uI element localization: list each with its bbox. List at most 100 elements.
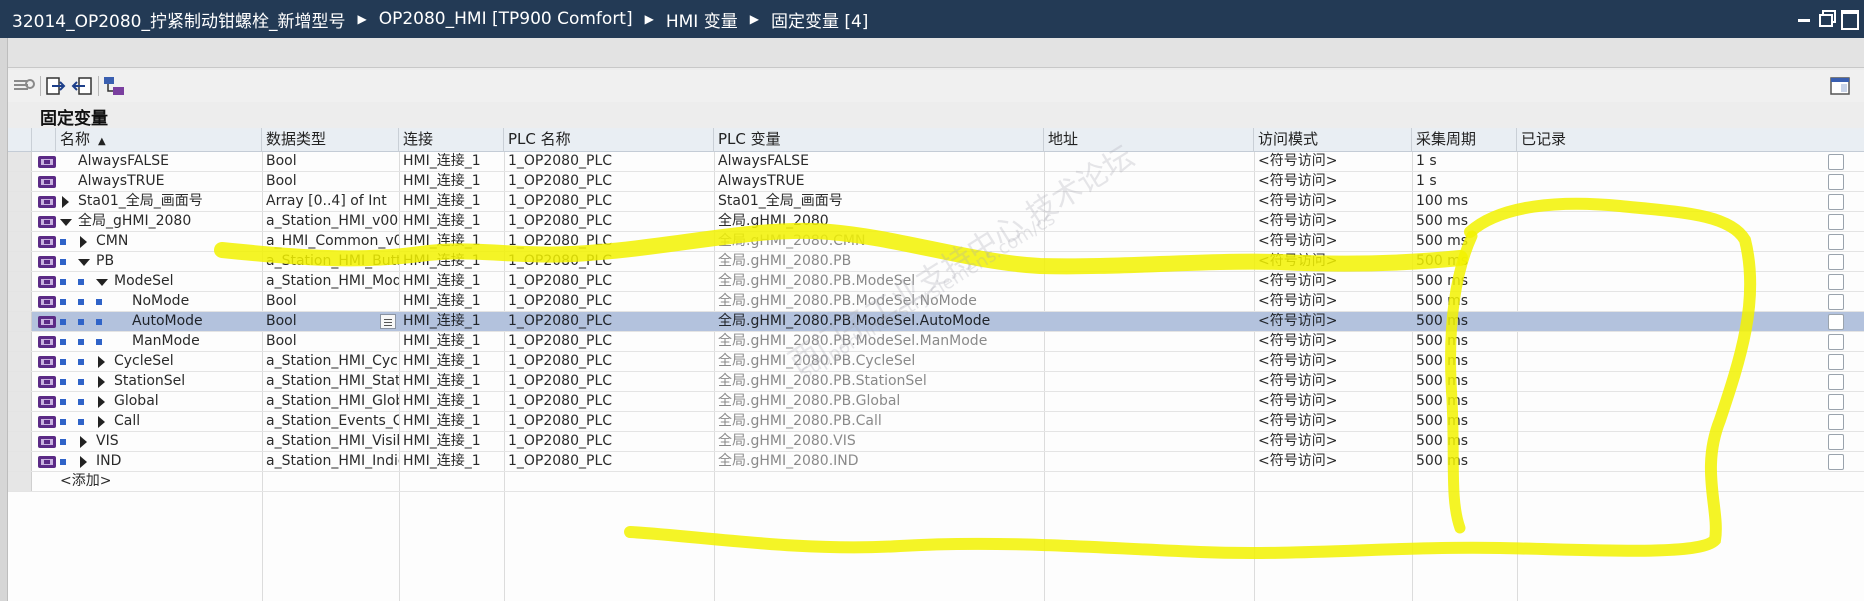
row-header[interactable] [8, 312, 32, 331]
table-row[interactable]: Globala_Station_HMI_Globa...HMI_连接_11_OP… [8, 392, 1864, 412]
row-header[interactable] [8, 432, 32, 451]
table-row[interactable]: Calla_Station_Events_Cal...HMI_连接_11_OP2… [8, 412, 1864, 432]
table-row[interactable]: ManMode Bool HMI_连接_1 1_OP2080_PLC 全局.gHMI_2… [8, 332, 1864, 352]
table-row[interactable]: PBa_Station_HMI_Butto...HMI_连接_11_OP2080… [8, 252, 1864, 272]
window-layout-icon[interactable] [1828, 75, 1852, 97]
column-header-plc-tag[interactable]: PLC 变量 [714, 128, 1044, 152]
logged-checkbox[interactable] [1828, 434, 1844, 450]
table-row[interactable]: CMNa_HMI_Common_v0...HMI_连接_11_OP2080_PL… [8, 232, 1864, 252]
column-header-connection[interactable]: 连接 [399, 128, 504, 152]
table-row[interactable]: 全局_gHMI_2080a_Station_HMI_v0001HMI_连接_11… [8, 212, 1864, 232]
table-row[interactable]: CycleSela_Station_HMI_Cycle...HMI_连接_11_… [8, 352, 1864, 372]
hierarchy-bullet [78, 399, 84, 405]
logged-checkbox[interactable] [1828, 294, 1844, 310]
breadcrumb-project[interactable]: 32014_OP2080_拧紧制动钳螺栓_新增型号 [12, 7, 345, 32]
hierarchy-bullet [60, 419, 66, 425]
table-row[interactable]: AlwaysTRUE Bool HMI_连接_1 1_OP2080_PLC Always… [8, 172, 1864, 192]
column-header-logged[interactable]: 已记录 [1517, 128, 1864, 152]
hierarchy-bullet [78, 279, 84, 285]
toolbar [8, 70, 1864, 102]
add-tag-cell[interactable]: <添加> [56, 472, 256, 495]
add-row[interactable]: <添加> [8, 472, 1864, 492]
hierarchy-bullet [78, 339, 84, 345]
maximize-icon[interactable] [1840, 9, 1859, 30]
breadcrumb-device[interactable]: OP2080_HMI [TP900 Comfort] [379, 9, 633, 29]
logged-checkbox[interactable] [1828, 234, 1844, 250]
table-row[interactable]: StationSela_Station_HMI_Statio...HMI_连接_… [8, 372, 1864, 392]
logged-checkbox[interactable] [1828, 254, 1844, 270]
expand-arrow-icon[interactable] [80, 236, 87, 248]
row-header[interactable] [8, 272, 32, 291]
row-header[interactable] [8, 352, 32, 371]
hmi-tag-icon [38, 296, 56, 308]
row-header[interactable] [8, 252, 32, 271]
table-row[interactable]: INDa_Station_HMI_Indic...HMI_连接_11_OP208… [8, 452, 1864, 472]
row-header[interactable] [8, 152, 32, 171]
table-row[interactable]: AlwaysFALSE Bool HMI_连接_1 1_OP2080_PLC Alway… [8, 152, 1864, 172]
import-icon[interactable] [70, 75, 94, 97]
row-header[interactable] [8, 332, 32, 351]
logged-checkbox[interactable] [1828, 214, 1844, 230]
row-header[interactable] [8, 192, 32, 211]
hmi-tag-icon [38, 356, 56, 368]
hmi-tag-icon [38, 256, 56, 268]
logged-checkbox[interactable] [1828, 414, 1844, 430]
title-bar: 32014_OP2080_拧紧制动钳螺栓_新增型号 ▶ OP2080_HMI [… [0, 0, 1864, 38]
logged-checkbox[interactable] [1828, 394, 1844, 410]
logged-checkbox[interactable] [1828, 374, 1844, 390]
hierarchy-bullet [78, 319, 84, 325]
breadcrumb-hmi-tags[interactable]: HMI 变量 [666, 7, 738, 32]
column-header-access-mode[interactable]: 访问模式 [1254, 128, 1412, 152]
table-row[interactable]: ModeSela_Station_HMI_Mode...HMI_连接_11_OP… [8, 272, 1864, 292]
expand-arrow-icon[interactable] [98, 416, 105, 428]
expand-arrow-icon[interactable] [80, 456, 87, 468]
collapse-arrow-icon[interactable] [60, 219, 72, 226]
logged-checkbox[interactable] [1828, 334, 1844, 350]
expand-arrow-icon[interactable] [98, 356, 105, 368]
table-row[interactable]: NoMode Bool HMI_连接_1 1_OP2080_PLC 全局.gHMI_20… [8, 292, 1864, 312]
row-header[interactable] [8, 452, 32, 471]
table-row[interactable]: VISa_Station_HMI_Visibil...HMI_连接_11_OP2… [8, 432, 1864, 452]
row-header[interactable] [8, 372, 32, 391]
row-header[interactable] [8, 232, 32, 251]
column-header-name[interactable]: 名称 ▲ [56, 128, 262, 152]
logged-checkbox[interactable] [1828, 174, 1844, 190]
type-picker-button[interactable] [380, 314, 396, 329]
collapse-arrow-icon[interactable] [96, 279, 108, 286]
logged-checkbox[interactable] [1828, 454, 1844, 470]
logged-checkbox[interactable] [1828, 194, 1844, 210]
logged-checkbox[interactable] [1828, 274, 1844, 290]
export-icon[interactable] [44, 75, 68, 97]
row-header[interactable] [8, 172, 32, 191]
expand-arrow-icon[interactable] [98, 396, 105, 408]
logged-checkbox[interactable] [1828, 354, 1844, 370]
column-header-plc-name[interactable]: PLC 名称 [504, 128, 714, 152]
row-header[interactable] [8, 392, 32, 411]
left-panel-edge [0, 38, 8, 601]
breadcrumb-arrow-icon: ▶ [644, 12, 654, 26]
row-header[interactable] [8, 472, 32, 491]
hierarchy-bullet [78, 359, 84, 365]
table-row[interactable]: Sta01_全局_画面号 Array [0..4] of Int HMI_连接_1 1… [8, 192, 1864, 212]
minimize-icon[interactable] [1796, 9, 1812, 25]
hierarchy-bullet [60, 379, 66, 385]
column-header-address[interactable]: 地址 [1044, 128, 1254, 152]
column-header-acquisition-cycle[interactable]: 采集周期 [1412, 128, 1517, 152]
expand-arrow-icon[interactable] [80, 436, 87, 448]
hmi-tag-icon [38, 336, 56, 348]
logged-checkbox[interactable] [1828, 154, 1844, 170]
properties-icon[interactable] [12, 75, 36, 97]
expand-arrow-icon[interactable] [98, 376, 105, 388]
hierarchy-bullet [60, 259, 66, 265]
hmi-tag-icon [38, 196, 56, 208]
expand-arrow-icon[interactable] [62, 196, 69, 208]
column-header-data-type[interactable]: 数据类型 [262, 128, 399, 152]
row-header[interactable] [8, 412, 32, 431]
tag-structure-icon[interactable] [102, 75, 126, 97]
row-header[interactable] [8, 212, 32, 231]
collapse-arrow-icon[interactable] [78, 259, 90, 266]
row-header[interactable] [8, 292, 32, 311]
restore-icon[interactable] [1818, 9, 1836, 27]
table-row[interactable]: AutoMode Bool HMI_连接_1 1_OP2080_PLC 全局.gHMI_… [8, 312, 1864, 332]
logged-checkbox[interactable] [1828, 314, 1844, 330]
